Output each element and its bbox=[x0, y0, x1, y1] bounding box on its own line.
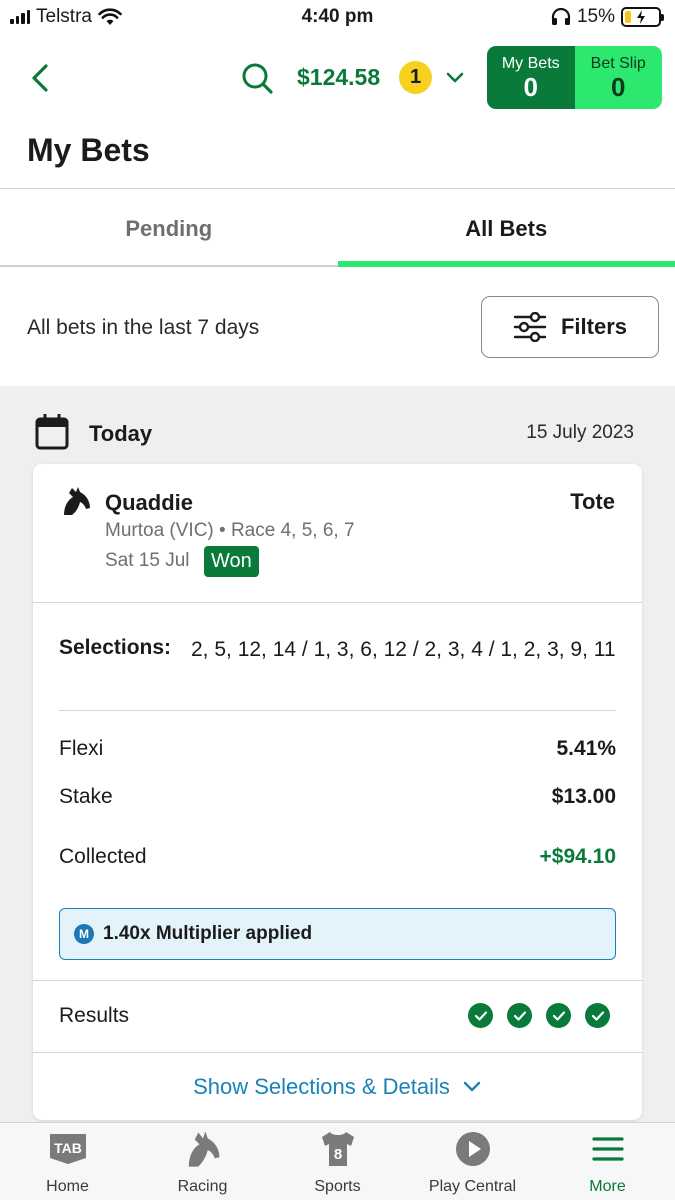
menu-icon bbox=[588, 1129, 628, 1169]
horse-icon bbox=[183, 1129, 223, 1169]
jersey-icon: 8 bbox=[318, 1129, 358, 1169]
day-date: 15 July 2023 bbox=[526, 422, 634, 443]
collected-row: Collected +$94.10 bbox=[59, 845, 616, 869]
tab-pending[interactable]: Pending bbox=[0, 190, 338, 268]
bet-date: Sat 15 Jul bbox=[105, 550, 190, 571]
page-title: My Bets bbox=[27, 132, 150, 168]
tab-bar: Pending All Bets bbox=[0, 190, 675, 268]
my-bets-button[interactable]: My Bets 0 bbox=[487, 46, 575, 109]
stake-value: $13.00 bbox=[551, 785, 616, 808]
search-icon[interactable] bbox=[240, 61, 274, 95]
day-group-header: Today 15 July 2023 bbox=[0, 412, 675, 452]
nav-play-central[interactable]: Play Central bbox=[405, 1123, 540, 1200]
divider bbox=[33, 1052, 642, 1053]
flexi-value: 5.41% bbox=[556, 737, 616, 760]
results-checks bbox=[468, 1003, 610, 1028]
bottom-nav: TAB Home Racing 8 Sports Play Central Mo… bbox=[0, 1122, 675, 1200]
bet-meeting: Murtoa (VIC) • Race 4, 5, 6, 7 bbox=[105, 520, 355, 541]
collected-value: +$94.10 bbox=[539, 845, 617, 868]
stake-label: Stake bbox=[59, 785, 113, 808]
tab-logo-text: TAB bbox=[54, 1140, 82, 1156]
my-bets-label: My Bets bbox=[501, 54, 560, 72]
nav-label: Play Central bbox=[428, 1178, 517, 1195]
flexi-row: Flexi 5.41% bbox=[59, 737, 616, 761]
bet-slip-count: 0 bbox=[611, 71, 626, 102]
battery-icon bbox=[621, 7, 664, 27]
nav-label: Sports bbox=[314, 1178, 361, 1195]
jersey-number: 8 bbox=[333, 1146, 341, 1163]
selections-value: 2, 5, 12, 14 / 1, 3, 6, 12 / 2, 3, 4 / 1… bbox=[191, 638, 616, 661]
filters-button[interactable]: Filters bbox=[481, 296, 659, 358]
bet-card[interactable]: Quaddie Tote Murtoa (VIC) • Race 4, 5, 6… bbox=[33, 464, 642, 1120]
divider bbox=[33, 602, 642, 603]
chevron-down-icon[interactable] bbox=[444, 68, 466, 88]
nav-more[interactable]: More bbox=[540, 1123, 675, 1200]
multiplier-icon: M bbox=[74, 924, 94, 944]
day-label: Today bbox=[89, 421, 153, 446]
chevron-down-icon bbox=[463, 1081, 481, 1092]
date-range-text: All bets in the last 7 days bbox=[27, 316, 260, 339]
tab-all-bets[interactable]: All Bets bbox=[338, 190, 675, 268]
bet-buttons: My Bets 0 Bet Slip 0 bbox=[487, 46, 662, 109]
check-circle-icon bbox=[585, 1003, 610, 1028]
nav-label: Home bbox=[46, 1178, 89, 1195]
play-icon bbox=[453, 1129, 493, 1169]
my-bets-count: 0 bbox=[523, 71, 538, 102]
collected-label: Collected bbox=[59, 845, 147, 868]
show-details-label: Show Selections & Details bbox=[193, 1074, 450, 1099]
status-right: 15% bbox=[551, 6, 664, 28]
divider bbox=[59, 710, 616, 711]
bets-list[interactable]: Today 15 July 2023 Quaddie Tote Murtoa (… bbox=[0, 386, 675, 1122]
multiplier-banner: M 1.40x Multiplier applied bbox=[59, 908, 616, 960]
divider bbox=[33, 980, 642, 981]
status-badge: Won bbox=[204, 546, 259, 577]
check-circle-icon bbox=[546, 1003, 571, 1028]
multiplier-text: 1.40x Multiplier applied bbox=[103, 923, 313, 944]
flexi-label: Flexi bbox=[59, 737, 104, 760]
nav-label: Racing bbox=[177, 1178, 228, 1195]
selections-label: Selections: bbox=[59, 636, 172, 659]
nav-label: More bbox=[589, 1178, 626, 1195]
check-circle-icon bbox=[468, 1003, 493, 1028]
tab-active-indicator bbox=[338, 261, 675, 267]
headphones-icon bbox=[551, 8, 571, 25]
results-label: Results bbox=[59, 1004, 130, 1027]
account-balance[interactable]: $124.58 bbox=[297, 64, 380, 91]
check-circle-icon bbox=[507, 1003, 532, 1028]
bet-type: Quaddie bbox=[105, 490, 194, 515]
calendar-icon bbox=[35, 414, 69, 450]
back-arrow-icon[interactable] bbox=[26, 60, 56, 96]
notification-badge[interactable]: 1 bbox=[399, 61, 432, 94]
bet-kind: Tote bbox=[570, 489, 615, 514]
bet-slip-button[interactable]: Bet Slip 0 bbox=[574, 46, 662, 109]
tab-logo-icon: TAB bbox=[48, 1129, 88, 1169]
app-header: $124.58 1 My Bets 0 Bet Slip 0 bbox=[0, 44, 675, 114]
horse-icon bbox=[64, 487, 90, 515]
show-details-link[interactable]: Show Selections & Details bbox=[33, 1074, 642, 1100]
nav-home[interactable]: TAB Home bbox=[0, 1123, 135, 1200]
nav-racing[interactable]: Racing bbox=[135, 1123, 270, 1200]
divider bbox=[0, 188, 675, 189]
stake-row: Stake $13.00 bbox=[59, 785, 616, 809]
nav-sports[interactable]: 8 Sports bbox=[270, 1123, 405, 1200]
filters-label: Filters bbox=[560, 314, 628, 339]
bet-slip-label: Bet Slip bbox=[590, 54, 646, 72]
sliders-icon bbox=[513, 312, 547, 342]
battery-percent: 15% bbox=[576, 6, 615, 27]
range-row: All bets in the last 7 days Filters bbox=[0, 268, 675, 386]
status-bar: Telstra 4:40 pm 15% bbox=[0, 0, 675, 36]
